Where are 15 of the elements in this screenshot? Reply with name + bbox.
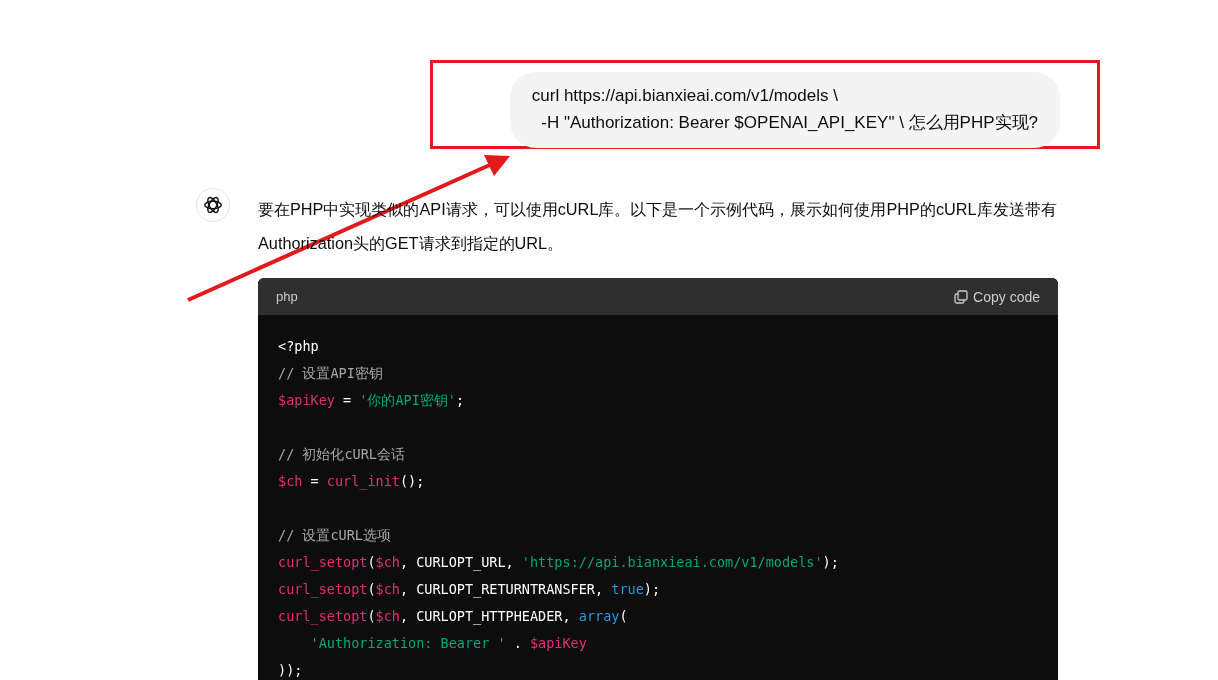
code-line: )); bbox=[278, 661, 304, 680]
user-message: curl https://api.bianxieai.com/v1/models \ -H "Authorization: Bearer $OPENAI_API_KEY" \ 怎么用PHP实现? bbox=[509, 72, 1060, 148]
code-line: curl_setopt($ch, CURLOPT_HTTPHEADER, array( bbox=[278, 607, 629, 627]
copy-code-button[interactable]: Copy code bbox=[954, 288, 1040, 305]
code-line: $apiKey = '你的API密钥'; bbox=[278, 391, 466, 410]
code-line: 'Authorization: Bearer ' . $apiKey bbox=[309, 634, 588, 653]
code-line: <?php bbox=[278, 337, 320, 356]
code-line: curl_setopt($ch, CURLOPT_RETURNTRANSFER, true); bbox=[278, 580, 662, 600]
code-line: $ch = curl_init(); bbox=[278, 472, 426, 492]
code-line: // 设置cURL选项 bbox=[278, 526, 392, 545]
language-label: php bbox=[276, 289, 298, 304]
copy-icon bbox=[954, 289, 969, 304]
code-line: curl_setopt($ch, CURLOPT_URL, 'https://api.bianxieai.com/v1/models'); bbox=[278, 553, 840, 573]
code-line: // 初始化cURL会话 bbox=[278, 445, 406, 464]
code-line: // 设置API密钥 bbox=[278, 364, 384, 383]
